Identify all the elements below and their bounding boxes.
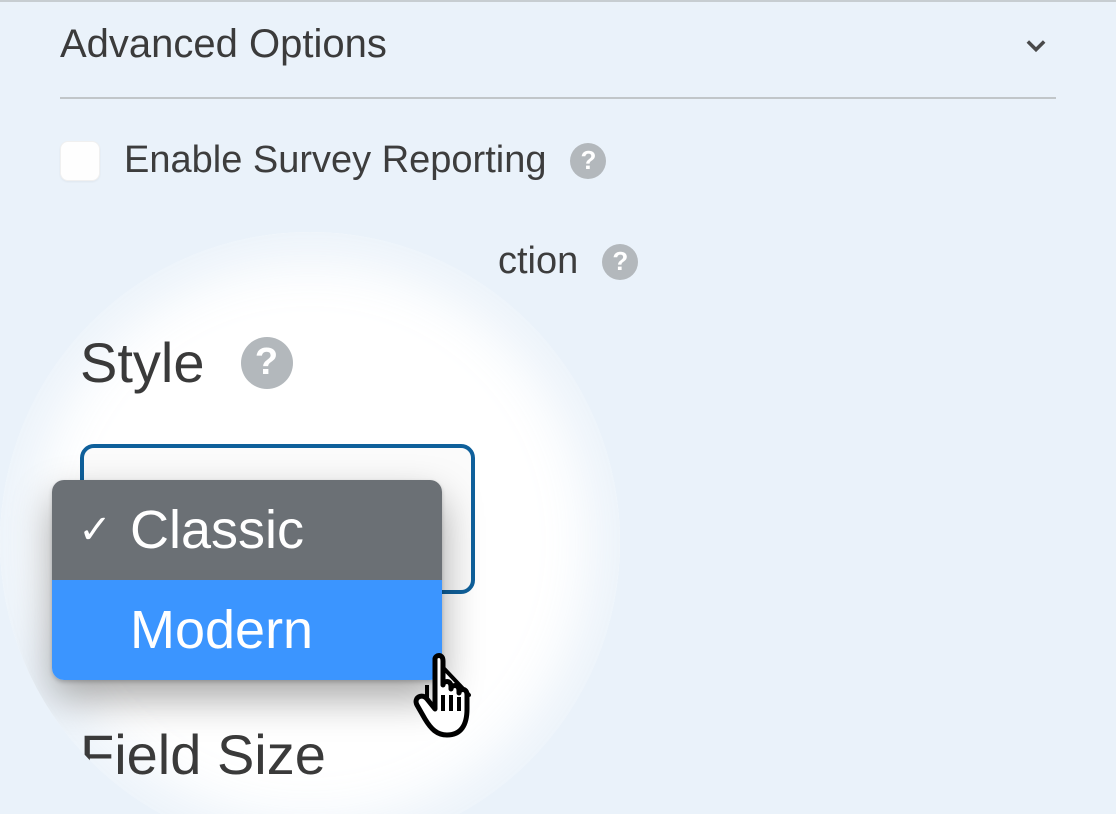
style-field-label-row: Style ? [80,330,293,395]
help-icon[interactable]: ? [570,143,606,179]
chevron-down-icon[interactable] [1016,25,1056,65]
style-option-classic[interactable]: ✓ Classic [52,480,442,580]
section-header[interactable]: Advanced Options [0,2,1116,97]
check-icon: ✓ [78,507,112,553]
style-option-label: Modern [130,599,313,661]
style-option-modern[interactable]: ✓ Modern [52,580,442,680]
advanced-options-panel: Advanced Options Enable Survey Reporting… [0,0,1116,814]
zoom-lens: Style ? ✓ Classic ✓ Modern Field Size [0,232,620,814]
help-icon[interactable]: ? [241,337,293,389]
survey-reporting-row: Enable Survey Reporting ? [0,139,1116,182]
survey-reporting-label: Enable Survey Reporting [124,139,546,182]
style-option-label: Classic [130,499,304,561]
style-dropdown: ✓ Classic ✓ Modern [52,480,442,680]
style-label: Style [80,330,205,395]
section-title: Advanced Options [60,22,387,67]
divider [60,97,1056,99]
survey-reporting-checkbox[interactable] [60,141,100,181]
field-size-label: Field Size [80,722,326,787]
